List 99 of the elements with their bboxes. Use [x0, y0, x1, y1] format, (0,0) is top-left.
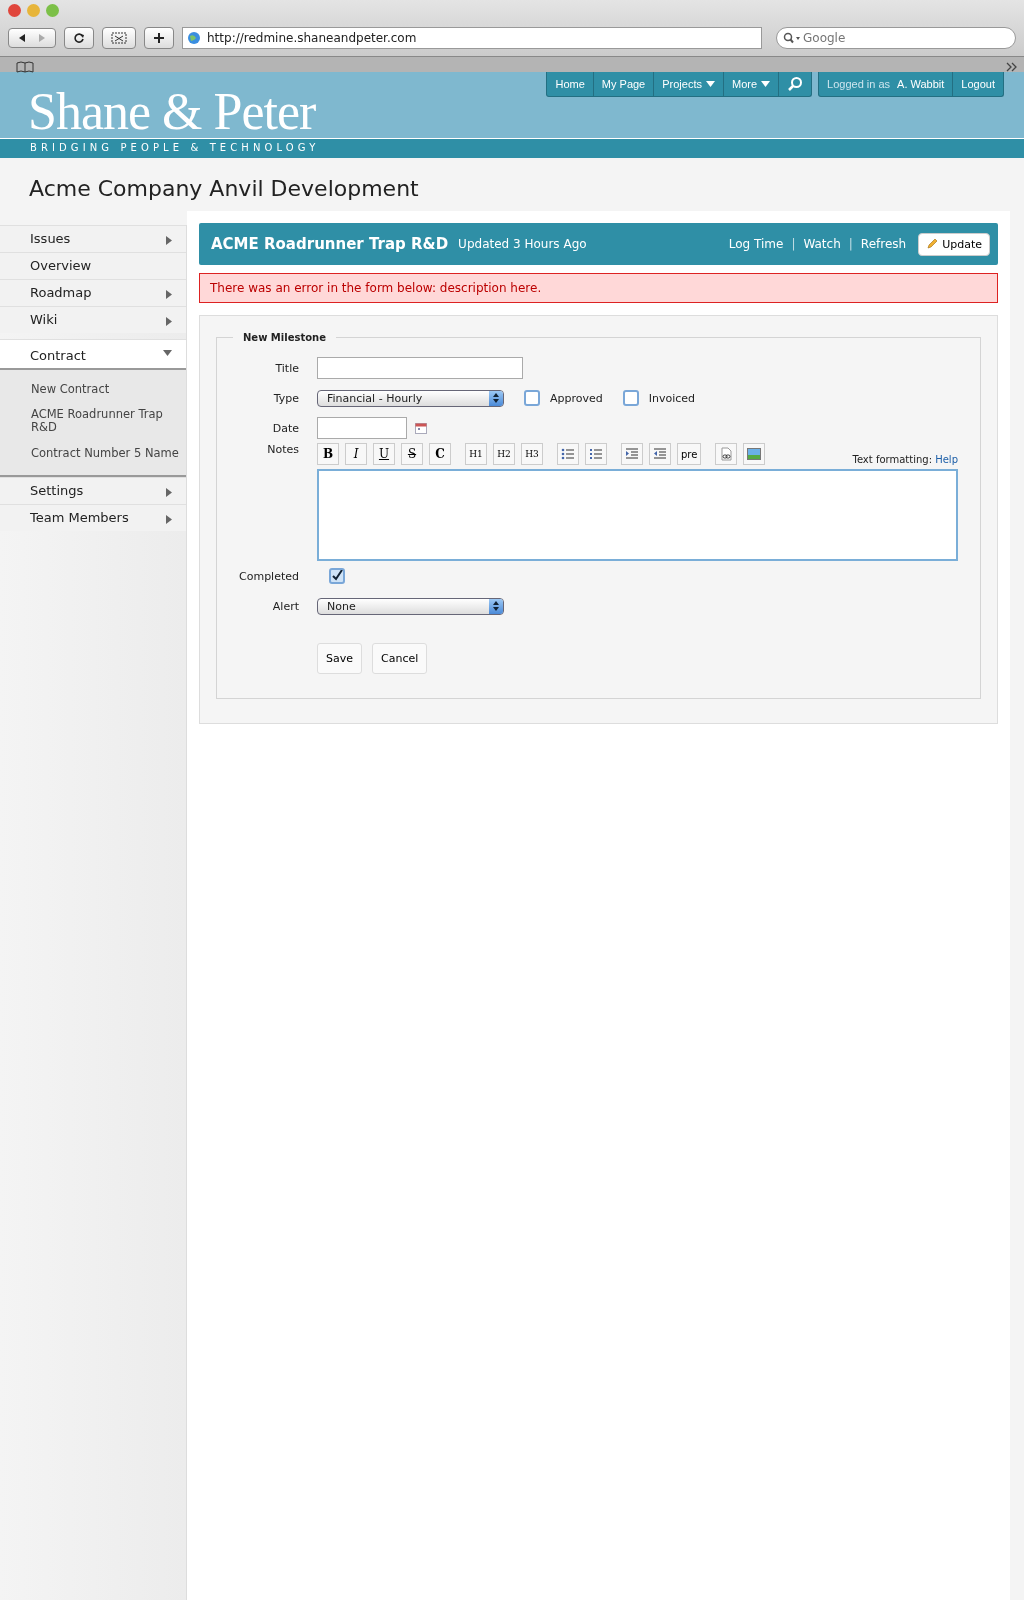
image-button[interactable]	[743, 443, 766, 465]
action-link[interactable]: Refresh	[860, 237, 907, 251]
format-button[interactable]: U	[373, 443, 395, 465]
sidebar-item[interactable]: Contract	[0, 339, 186, 370]
field-label: Alert	[271, 599, 299, 613]
fieldset-legend: New Milestone	[233, 332, 336, 343]
calendar-icon[interactable]	[415, 422, 427, 434]
logout-link[interactable]: Logout	[952, 72, 1003, 96]
reload-icon	[73, 32, 85, 44]
bookmarks-icon[interactable]	[16, 61, 34, 73]
search-input[interactable]: Google	[801, 30, 985, 46]
sidebar-item[interactable]: Overview	[0, 252, 186, 279]
sidebar-subitem[interactable]: ACME Roadrunner Trap R&D	[0, 403, 186, 442]
updated-label: Updated 3 Hours Ago	[458, 237, 587, 251]
outdent-icon	[653, 448, 667, 460]
form-button[interactable]: Cancel	[372, 643, 428, 674]
update-button[interactable]: Update	[918, 232, 990, 256]
plus-icon	[153, 32, 165, 44]
sidebar-subitem[interactable]: Contract Number 5 Name	[0, 441, 186, 467]
approved-checkbox[interactable]	[524, 390, 540, 406]
back-forward-buttons[interactable]	[8, 28, 56, 48]
title-field[interactable]	[317, 357, 523, 379]
link-button[interactable]	[715, 443, 738, 465]
date-field[interactable]	[317, 417, 407, 439]
caret-icon	[761, 81, 771, 87]
sidebar-item[interactable]: Wiki	[0, 306, 186, 333]
nav-link[interactable]: More	[723, 72, 779, 96]
arrow-right-icon	[166, 487, 172, 497]
indent-button[interactable]	[621, 443, 643, 465]
nav-link[interactable]: My Page	[592, 72, 654, 96]
field-label: Title	[274, 361, 299, 375]
close-window-button[interactable]	[8, 4, 21, 17]
numbered-list-icon	[589, 448, 603, 460]
field-label: Notes	[266, 443, 299, 456]
alert-select[interactable]: None	[317, 597, 504, 615]
globe-icon	[187, 31, 201, 45]
formatting-help-text: Text formatting: Help	[852, 454, 958, 465]
field-label: Type	[272, 391, 299, 405]
separator: |	[791, 237, 796, 251]
pre-button[interactable]: pre	[677, 443, 702, 465]
snippet-button[interactable]	[102, 27, 136, 49]
bullet-list-icon	[561, 448, 575, 460]
image-icon	[747, 448, 762, 460]
add-bookmark-button[interactable]	[144, 27, 174, 49]
action-link[interactable]: Watch	[803, 237, 841, 251]
sidebar-subitem[interactable]: New Contract	[0, 378, 186, 404]
format-button[interactable]: B	[317, 443, 339, 465]
more-chevron-icon[interactable]	[1006, 62, 1018, 72]
heading-button[interactable]: H1	[465, 443, 487, 465]
checkbox-label: Invoiced	[648, 391, 696, 405]
pencil-icon	[926, 238, 939, 250]
separator: |	[848, 237, 853, 251]
search-icon[interactable]	[783, 32, 801, 44]
arrow-down-icon	[163, 350, 172, 356]
arrow-right-icon	[166, 514, 172, 524]
action-link[interactable]: Log Time	[728, 237, 784, 251]
heading-button[interactable]: H2	[493, 443, 515, 465]
link-icon	[719, 447, 734, 461]
type-select[interactable]: Financial - Hourly	[317, 389, 504, 407]
indent-icon	[625, 448, 639, 460]
notes-field[interactable]	[317, 469, 958, 561]
reload-button[interactable]	[64, 27, 94, 49]
help-link[interactable]: Help	[935, 454, 958, 465]
format-button[interactable]: S	[401, 443, 423, 465]
back-icon	[17, 33, 27, 43]
arrow-right-icon	[166, 236, 172, 245]
completed-checkbox[interactable]	[329, 568, 345, 584]
checkbox-label: Approved	[550, 391, 603, 405]
sidebar-item[interactable]: Team Members	[0, 503, 186, 531]
arrow-right-icon	[166, 317, 172, 326]
address-field[interactable]: http://redmine.shaneandpeter.com	[182, 27, 762, 49]
search-field[interactable]: Google	[776, 27, 1016, 49]
error-message: There was an error in the form below: description here.	[199, 273, 998, 303]
project-title: Acme Company Anvil Development	[28, 175, 420, 203]
stepper-icon	[493, 601, 499, 611]
tagline: BRIDGING PEOPLE & TECHNOLOGY	[0, 138, 1024, 158]
caret-icon	[706, 81, 715, 87]
outdent-button[interactable]	[649, 443, 671, 465]
nav-link[interactable]: Home	[547, 72, 593, 96]
sidebar-item[interactable]: Settings	[0, 476, 186, 504]
invoiced-checkbox[interactable]	[622, 390, 639, 406]
form-button[interactable]: Save	[317, 643, 362, 674]
bullet-list-button[interactable]	[557, 443, 579, 465]
issue-title: ACME Roadrunner Trap R&D	[211, 235, 449, 253]
scissors-icon	[111, 32, 127, 44]
forward-icon	[37, 33, 47, 43]
field-label: Date	[271, 421, 299, 435]
numbered-list-button[interactable]	[585, 443, 607, 465]
sidebar-item[interactable]: Roadmap	[0, 279, 186, 306]
search-icon	[787, 76, 804, 92]
stepper-icon	[493, 393, 499, 403]
logged-in-label: Logged in as A. Wabbit	[826, 77, 946, 92]
arrow-right-icon	[166, 290, 172, 299]
nav-link[interactable]: Projects	[653, 72, 723, 96]
format-button[interactable]: I	[345, 443, 367, 465]
format-button[interactable]: C	[429, 443, 451, 465]
sidebar-item[interactable]: Issues	[0, 225, 186, 252]
heading-button[interactable]: H3	[521, 443, 543, 465]
field-label: Completed	[238, 569, 299, 583]
